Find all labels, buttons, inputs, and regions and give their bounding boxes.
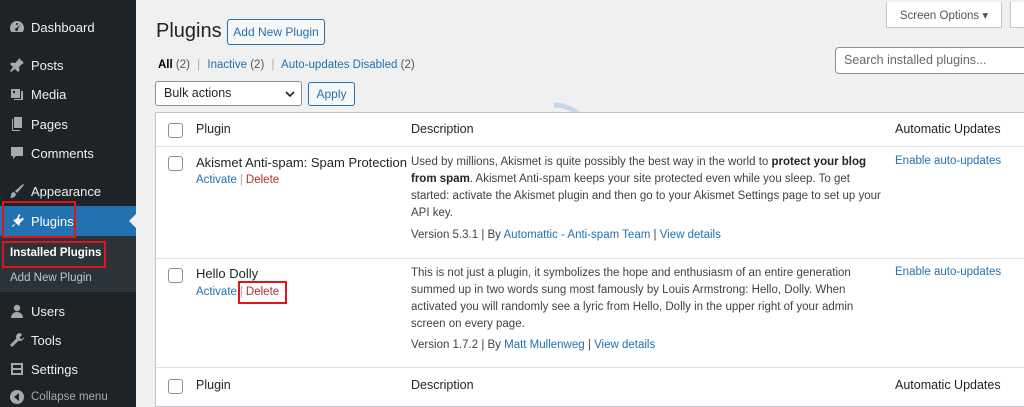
sidebar-item-posts[interactable]: Posts <box>0 50 136 80</box>
filter-auto-count: (2) <box>400 59 415 71</box>
plugin-description: Used by millions, Akismet is quite possi… <box>411 156 881 219</box>
plugin-description: This is not just a plugin, it symbolizes… <box>411 267 854 330</box>
sidebar-item-label: Appearance <box>31 183 102 199</box>
sidebar-item-label: Plugins <box>31 213 74 229</box>
pushpin-icon <box>9 57 25 73</box>
activate-link[interactable]: Activate <box>196 174 237 186</box>
sidebar-item-label: Media <box>31 86 67 102</box>
sidebar-item-label: Collapse menu <box>31 391 108 403</box>
column-header-plugin: Plugin <box>196 122 231 136</box>
author-link[interactable]: Matt Mullenweg <box>504 339 585 351</box>
sidebar-item-pages[interactable]: Pages <box>0 109 136 139</box>
plugins-icon <box>9 213 25 229</box>
chevron-down-icon <box>285 91 295 98</box>
sidebar-collapse-menu[interactable]: Collapse menu <box>0 382 136 407</box>
filter-inactive[interactable]: Inactive <box>207 59 247 71</box>
filter-all[interactable]: All <box>158 59 173 71</box>
users-icon <box>9 303 25 319</box>
sidebar-item-users[interactable]: Users <box>0 296 136 326</box>
screen-options-button[interactable]: Screen Options ▾ <box>886 2 1002 28</box>
sidebar-item-dashboard[interactable]: Dashboard <box>0 12 136 42</box>
delete-link[interactable]: Delete <box>246 286 279 298</box>
page-title: Plugins <box>156 20 222 42</box>
sidebar-item-plugins[interactable]: Plugins <box>0 206 136 236</box>
table-row: Hello Dolly Activate | Delete This is not … <box>156 260 1024 368</box>
main-content: Plugins Add New Plugin Screen Options ▾ … <box>136 0 1024 407</box>
table-header-row: Plugin Description Automatic Updates <box>156 113 1024 147</box>
activate-link[interactable]: Activate <box>196 286 237 298</box>
filter-separator: | <box>271 59 275 71</box>
sidebar-item-label: Pages <box>31 116 68 132</box>
paintbrush-icon <box>9 183 25 199</box>
plugin-version-info: Version 1.7.2 | By Matt Mullenweg | View… <box>411 339 656 351</box>
dashboard-icon <box>9 19 25 35</box>
sidebar-item-label: Comments <box>31 145 94 161</box>
select-all-checkbox[interactable] <box>168 379 183 394</box>
sidebar-item-label: Posts <box>31 57 64 73</box>
search-installed-plugins-input[interactable]: Search installed plugins... <box>835 47 1024 74</box>
add-new-plugin-button[interactable]: Add New Plugin <box>227 19 325 45</box>
apply-button[interactable]: Apply <box>308 82 355 106</box>
view-details-link[interactable]: View details <box>660 229 721 241</box>
filter-all-count: (2) <box>175 59 190 71</box>
row-checkbox[interactable] <box>168 268 183 283</box>
submenu-installed-plugins[interactable]: Installed Plugins <box>10 247 101 259</box>
submenu-add-new-plugin[interactable]: Add New Plugin <box>10 272 92 284</box>
enable-auto-updates-link[interactable]: Enable auto-updates <box>895 155 1001 167</box>
sidebar-item-label: Tools <box>31 332 62 348</box>
pages-icon <box>9 116 25 132</box>
plugin-status-filters: All (2) | Inactive (2) | Auto-updates Di… <box>158 59 415 71</box>
view-details-link[interactable]: View details <box>594 339 655 351</box>
action-separator: | <box>239 286 243 298</box>
plugins-submenu: Installed Plugins Add New Plugin <box>0 236 136 292</box>
row-checkbox[interactable] <box>168 156 183 171</box>
row-actions: Activate | Delete <box>196 174 279 186</box>
column-header-plugin: Plugin <box>196 378 231 392</box>
filter-auto-updates-disabled[interactable]: Auto-updates Disabled <box>281 59 397 71</box>
enable-auto-updates-link[interactable]: Enable auto-updates <box>895 266 1001 278</box>
author-link[interactable]: Automattic - Anti-spam Team <box>504 229 651 241</box>
settings-icon <box>9 361 25 377</box>
media-icon <box>9 86 25 102</box>
action-separator: | <box>239 174 243 186</box>
sidebar-item-appearance[interactable]: Appearance <box>0 176 136 206</box>
column-header-description: Description <box>411 122 474 136</box>
plugin-name: Hello Dolly <box>196 266 259 281</box>
wrench-icon <box>9 332 25 348</box>
admin-sidebar: Dashboard Posts Media Pages Comments App… <box>0 0 136 407</box>
sidebar-item-media[interactable]: Media <box>0 79 136 109</box>
column-header-description: Description <box>411 378 474 392</box>
sidebar-item-label: Dashboard <box>31 19 95 35</box>
filter-separator: | <box>197 59 201 71</box>
column-header-automatic-updates: Automatic Updates <box>895 378 1001 392</box>
row-actions: Activate | Delete <box>196 286 279 298</box>
select-all-checkbox[interactable] <box>168 123 183 138</box>
bulk-actions-select[interactable]: Bulk actions <box>155 81 302 106</box>
sidebar-item-tools[interactable]: Tools <box>0 325 136 355</box>
plugin-version-info: Version 5.3.1 | By Automattic - Anti-spa… <box>411 229 721 241</box>
sidebar-item-comments[interactable]: Comments <box>0 138 136 168</box>
column-header-automatic-updates: Automatic Updates <box>895 122 1001 136</box>
filter-inactive-count: (2) <box>250 59 265 71</box>
sidebar-item-settings[interactable]: Settings <box>0 354 136 384</box>
plugin-name: Akismet Anti-spam: Spam Protection <box>196 155 407 170</box>
help-tab[interactable] <box>1010 2 1024 28</box>
table-footer-row: Plugin Description Automatic Updates <box>156 369 1024 403</box>
plugins-table: Plugin Description Automatic Updates Aki… <box>155 112 1024 407</box>
sidebar-item-label: Users <box>31 303 65 319</box>
bulk-actions-value: Bulk actions <box>164 86 232 100</box>
collapse-icon <box>9 389 25 405</box>
delete-link[interactable]: Delete <box>246 174 279 186</box>
table-row: Akismet Anti-spam: Spam Protection Activ… <box>156 148 1024 259</box>
comments-icon <box>9 145 25 161</box>
sidebar-item-label: Settings <box>31 361 78 377</box>
